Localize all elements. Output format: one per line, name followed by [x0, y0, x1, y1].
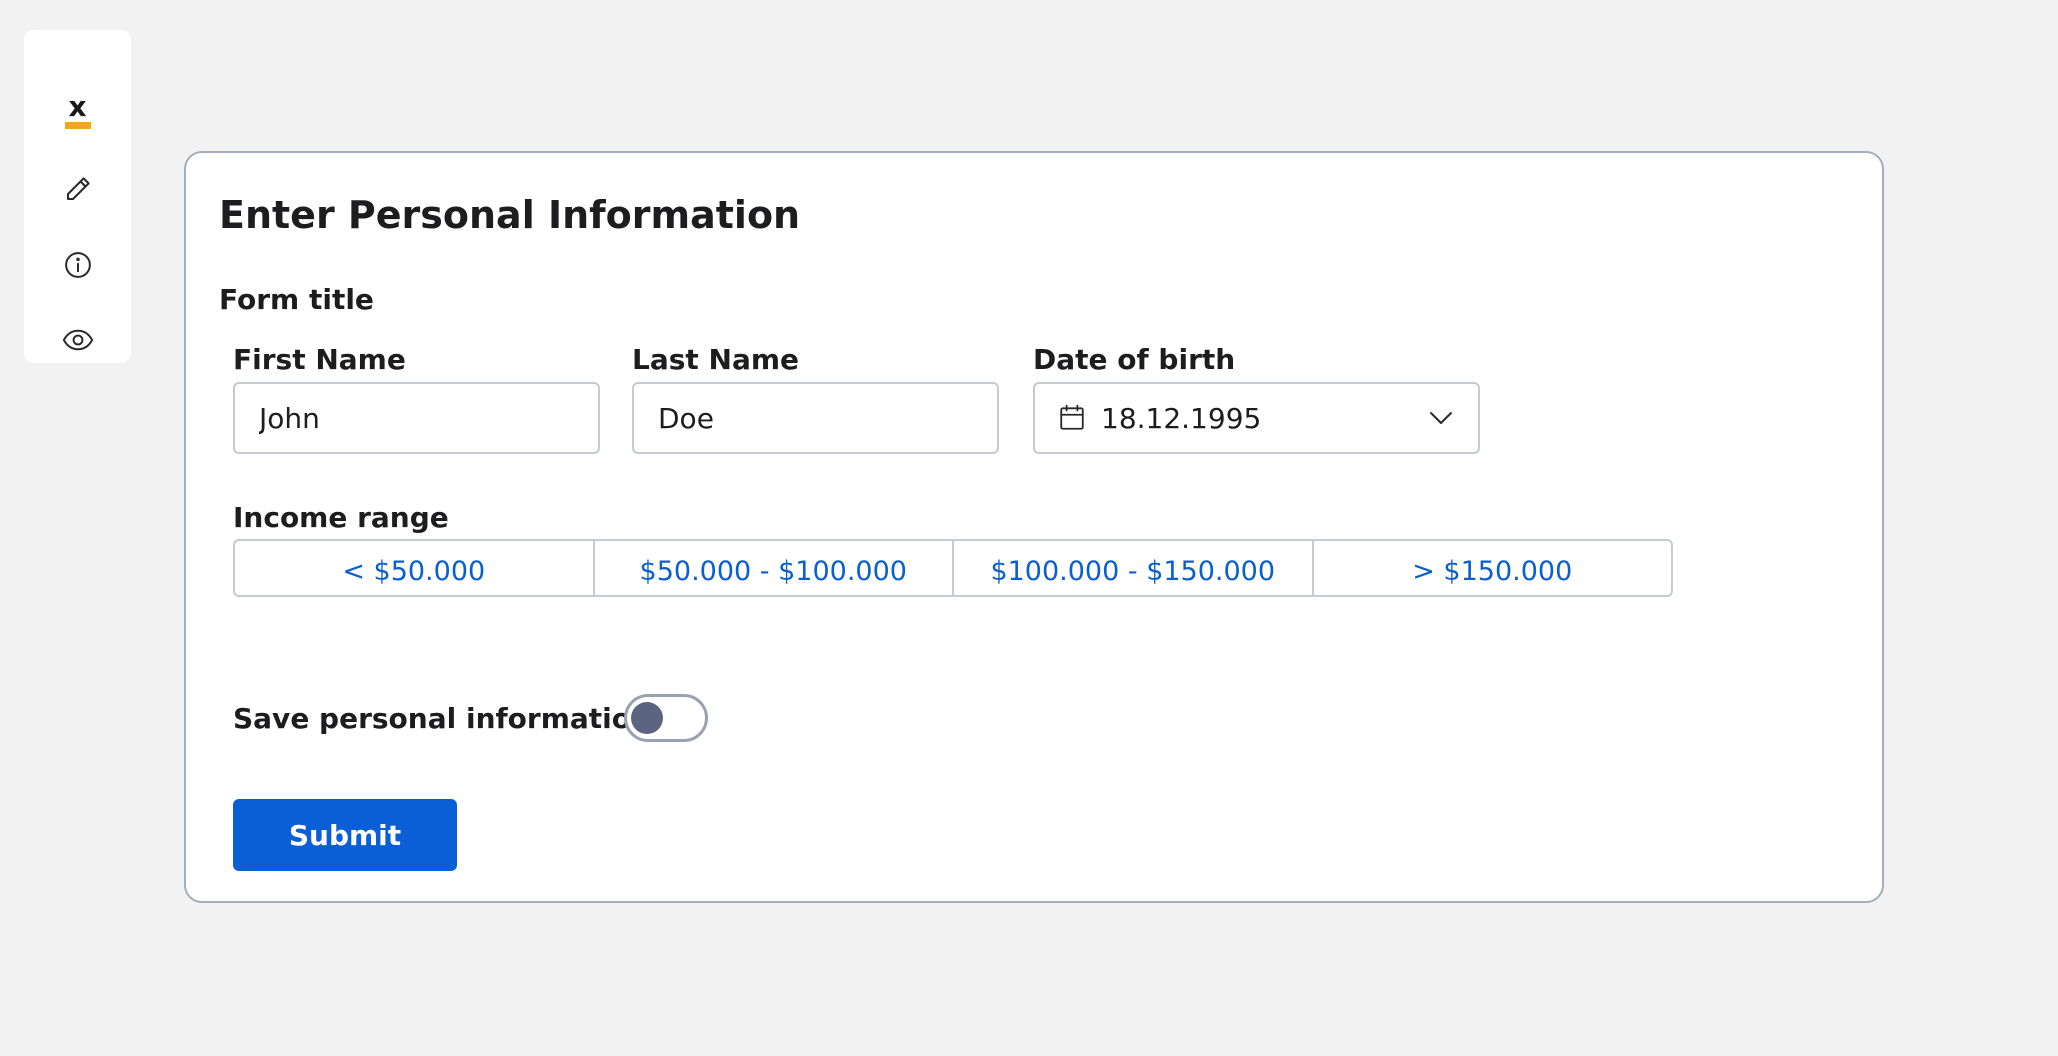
logo-underline: [64, 122, 91, 129]
sidebar: x: [24, 30, 131, 363]
info-icon[interactable]: [24, 241, 131, 289]
income-option-below-50k[interactable]: < $50.000: [235, 541, 595, 595]
chevron-down-icon[interactable]: [1428, 410, 1454, 426]
last-name-label: Last Name: [632, 343, 800, 376]
save-info-label: Save personal information: [233, 702, 651, 735]
app-logo: x: [24, 88, 131, 136]
save-info-toggle[interactable]: [624, 694, 708, 742]
eye-icon[interactable]: [24, 316, 131, 364]
calendar-icon: [1059, 404, 1085, 432]
dob-picker[interactable]: 18.12.1995: [1033, 382, 1480, 454]
first-name-input[interactable]: [233, 382, 600, 454]
last-name-input[interactable]: [632, 382, 999, 454]
submit-button[interactable]: Submit: [233, 799, 457, 871]
income-option-50k-100k[interactable]: $50.000 - $100.000: [595, 541, 954, 595]
dob-label: Date of birth: [1033, 343, 1236, 376]
personal-info-card: Enter Personal Information Form title Fi…: [184, 151, 1884, 903]
income-range-label: Income range: [233, 501, 449, 534]
page-title: Enter Personal Information: [219, 193, 801, 237]
toggle-knob: [631, 702, 663, 734]
first-name-label: First Name: [233, 343, 406, 376]
income-range-selector: < $50.000 $50.000 - $100.000 $100.000 - …: [233, 539, 1673, 597]
form-title: Form title: [219, 283, 374, 316]
income-option-above-150k[interactable]: > $150.000: [1314, 541, 1672, 595]
dob-value: 18.12.1995: [1101, 401, 1262, 435]
pencil-icon[interactable]: [24, 165, 131, 213]
income-option-100k-150k[interactable]: $100.000 - $150.000: [954, 541, 1314, 595]
logo-letter: x: [68, 90, 87, 123]
